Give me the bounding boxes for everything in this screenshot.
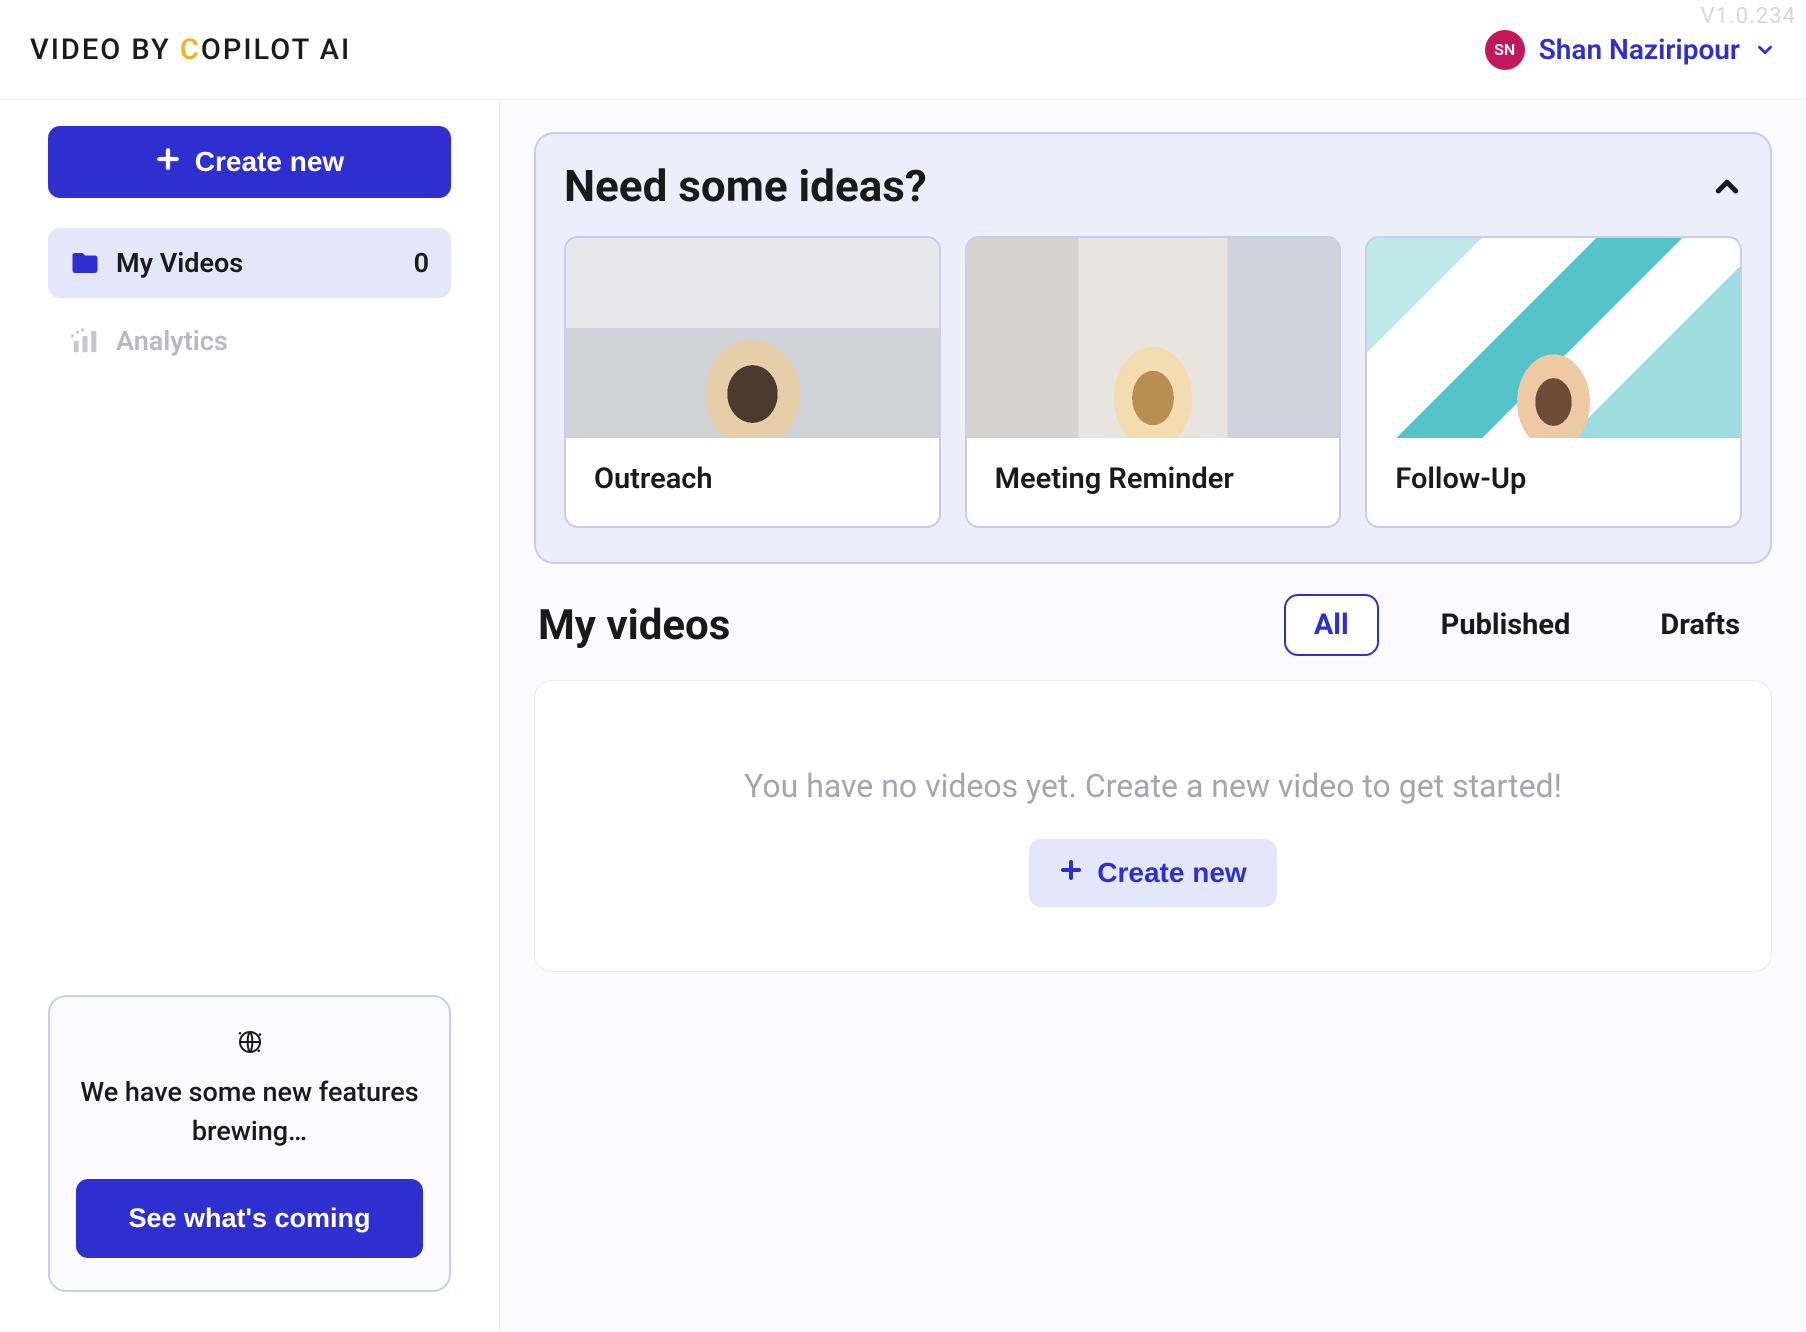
idea-label: Outreach (566, 438, 939, 526)
logo-suffix: OPILOT AI (201, 33, 351, 67)
plus-icon (1059, 857, 1083, 889)
videos-section-header: My videos All Published Drafts (538, 594, 1768, 656)
sidebar-item-label: Analytics (116, 325, 228, 357)
logo-c: C (180, 33, 201, 67)
idea-card-outreach[interactable]: Outreach (564, 236, 941, 528)
folder-icon (70, 248, 100, 278)
empty-create-button[interactable]: Create new (1029, 839, 1276, 907)
promo-text: We have some new features brewing… (76, 1073, 423, 1151)
idea-card-meeting-reminder[interactable]: Meeting Reminder (965, 236, 1342, 528)
filter-drafts[interactable]: Drafts (1632, 596, 1768, 654)
logo-prefix: VIDEO BY (30, 33, 180, 67)
filter-label: Published (1441, 608, 1571, 642)
ideas-title: Need some ideas? (564, 160, 927, 212)
promo-text-row: We have some new features brewing… (76, 1027, 423, 1150)
sidebar-item-label: My Videos (116, 247, 243, 279)
promo-cta-button[interactable]: See what's coming (76, 1179, 423, 1258)
app-logo: VIDEO BY COPILOT AI (30, 33, 351, 67)
create-new-button[interactable]: Create new (48, 126, 451, 198)
sidebar-item-analytics: Analytics (48, 306, 451, 376)
empty-state: You have no videos yet. Create a new vid… (534, 680, 1772, 972)
filter-label: All (1314, 608, 1349, 642)
app-header: VIDEO BY COPILOT AI SN Shan Naziripour V… (0, 0, 1806, 100)
idea-card-follow-up[interactable]: Follow-Up (1365, 236, 1742, 528)
filter-label: Drafts (1660, 608, 1740, 642)
promo-cta-label: See what's coming (129, 1203, 371, 1233)
sidebar-nav: My Videos 0 Analytics (48, 228, 451, 376)
user-menu[interactable]: SN Shan Naziripour (1485, 30, 1776, 70)
sidebar-item-count: 0 (414, 247, 429, 279)
videos-title: My videos (538, 601, 730, 650)
app-version: V1.0.234 (1701, 4, 1796, 29)
main-content: Need some ideas? Outreach Meeting Remind… (500, 100, 1806, 1332)
chevron-down-icon (1754, 39, 1776, 61)
idea-thumbnail (967, 238, 1340, 438)
ideas-panel: Need some ideas? Outreach Meeting Remind… (534, 132, 1772, 564)
idea-label: Follow-Up (1367, 438, 1740, 526)
idea-cards: Outreach Meeting Reminder Follow-Up (564, 236, 1742, 528)
video-filters: All Published Drafts (1284, 594, 1768, 656)
filter-all[interactable]: All (1284, 594, 1379, 656)
sidebar: Create new My Videos 0 Analytics (0, 100, 500, 1332)
idea-label: Meeting Reminder (967, 438, 1340, 526)
avatar-initials: SN (1494, 40, 1515, 59)
plus-icon (155, 146, 181, 178)
filter-published[interactable]: Published (1413, 596, 1599, 654)
idea-thumbnail (566, 238, 939, 438)
globe-icon (235, 1027, 265, 1068)
sidebar-item-my-videos[interactable]: My Videos 0 (48, 228, 451, 298)
promo-card: We have some new features brewing… See w… (48, 995, 451, 1292)
avatar: SN (1485, 30, 1525, 70)
chevron-up-icon[interactable] (1712, 171, 1742, 201)
idea-thumbnail (1367, 238, 1740, 438)
empty-state-text: You have no videos yet. Create a new vid… (555, 767, 1751, 805)
empty-create-label: Create new (1097, 857, 1246, 889)
user-name: Shan Naziripour (1539, 33, 1740, 66)
analytics-icon (70, 326, 100, 356)
ideas-header: Need some ideas? (564, 160, 1742, 212)
create-new-label: Create new (195, 146, 344, 178)
